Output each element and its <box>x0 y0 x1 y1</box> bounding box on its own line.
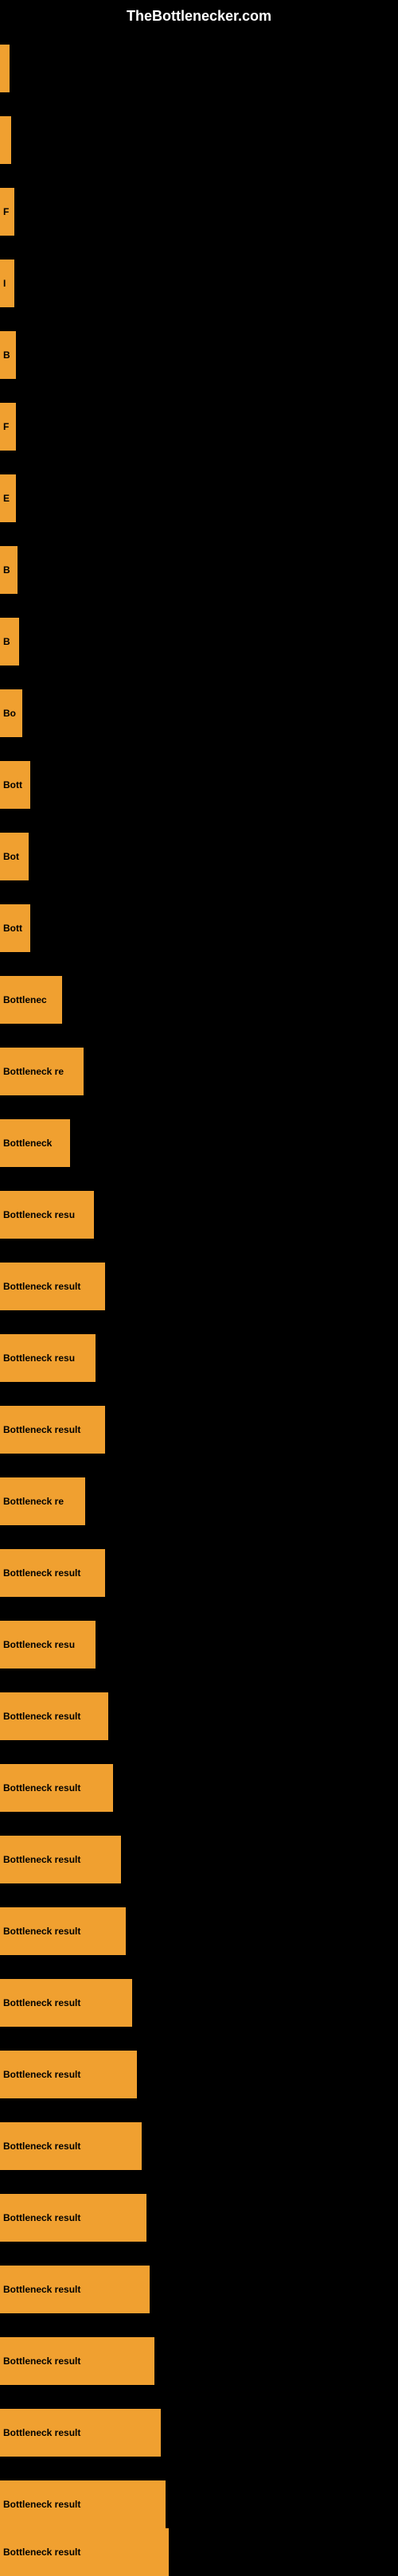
bar-label: Bottleneck result <box>3 1854 80 1865</box>
bar-label: Bottleneck result <box>3 2499 80 2510</box>
bar-label: Bottleneck result <box>3 1424 80 1435</box>
bar-label: F <box>3 206 9 217</box>
bar-item: Bottleneck result <box>0 2528 169 2576</box>
bar-label: Bottleneck result <box>3 1567 80 1579</box>
bar-item: Bot <box>0 833 29 880</box>
bar-item: B <box>0 546 18 594</box>
bar-item: F <box>0 188 14 236</box>
bar-item: Bott <box>0 761 30 809</box>
bar-label: Bottleneck result <box>3 2212 80 2223</box>
bar-label: Bottleneck result <box>3 2427 80 2438</box>
bar-item: Bo <box>0 689 22 737</box>
bar-label: B <box>3 564 10 576</box>
bar-label: Bo <box>3 708 16 719</box>
bar-label: Bottleneck re <box>3 1066 64 1077</box>
bar-label: Bottleneck result <box>3 2355 80 2367</box>
bar-label: I <box>3 278 6 289</box>
bar-label: Bottleneck result <box>3 2547 80 2558</box>
bar-label: Bottleneck result <box>3 1711 80 1722</box>
bar-item: Bottleneck result <box>0 1836 121 1883</box>
bar-item: B <box>0 331 16 379</box>
bar-item: Bottleneck result <box>0 2480 166 2528</box>
bar-label: Bottleneck result <box>3 2069 80 2080</box>
bar-item: B <box>0 618 19 665</box>
bar-item: Bottleneck <box>0 1119 70 1167</box>
bar-label: E <box>3 493 10 504</box>
bar-label: B <box>3 636 10 647</box>
bar-item: Bottleneck result <box>0 1979 132 2027</box>
bar-item: Bottleneck result <box>0 1764 113 1812</box>
site-title: TheBottlenecker.com <box>0 0 398 29</box>
bar-item: Bottleneck resu <box>0 1334 96 1382</box>
bar-label: Bott <box>3 923 22 934</box>
bar-item: Bottleneck resu <box>0 1191 94 1239</box>
bar-item: Bottleneck result <box>0 1692 108 1740</box>
bar-item: Bottleneck result <box>0 1907 126 1955</box>
bar-label: Bottleneck result <box>3 1997 80 2008</box>
bar-label: Bott <box>3 779 22 790</box>
bar-item: Bottleneck result <box>0 2409 161 2457</box>
bar-item: Bottleneck result <box>0 2051 137 2098</box>
bar-label: B <box>3 349 10 361</box>
bar-label: Bottleneck resu <box>3 1352 75 1364</box>
bar-label: F <box>3 421 9 432</box>
bar-item: Bottleneck result <box>0 2337 154 2385</box>
bar-label: Bottleneck re <box>3 1496 64 1507</box>
bar-label: Bottleneck result <box>3 1926 80 1937</box>
bar-item: E <box>0 474 16 522</box>
bar-item <box>0 116 11 164</box>
bar-label: Bottleneck resu <box>3 1639 75 1650</box>
bar-item: Bott <box>0 904 30 952</box>
bar-label: Bottleneck <box>3 1138 52 1149</box>
bar-item: I <box>0 260 14 307</box>
bar-item: Bottleneck result <box>0 2194 146 2242</box>
bar-item: Bottleneck result <box>0 1263 105 1310</box>
bar-item <box>0 45 10 92</box>
bar-label: Bottleneck result <box>3 1782 80 1793</box>
bar-label: Bottleneck result <box>3 2141 80 2152</box>
bar-label: Bottleneck resu <box>3 1209 75 1220</box>
bar-label: Bottlenec <box>3 994 47 1005</box>
bar-label: Bottleneck result <box>3 1281 80 1292</box>
bar-item: F <box>0 403 16 451</box>
bar-item: Bottleneck result <box>0 2266 150 2313</box>
bar-item: Bottleneck re <box>0 1048 84 1095</box>
bar-item: Bottleneck result <box>0 1549 105 1597</box>
bar-item: Bottleneck result <box>0 1406 105 1454</box>
bar-item: Bottlenec <box>0 976 62 1024</box>
bar-label: Bot <box>3 851 19 862</box>
bar-item: Bottleneck result <box>0 2122 142 2170</box>
bar-item: Bottleneck resu <box>0 1621 96 1669</box>
bar-item: Bottleneck re <box>0 1477 85 1525</box>
bar-label: Bottleneck result <box>3 2284 80 2295</box>
